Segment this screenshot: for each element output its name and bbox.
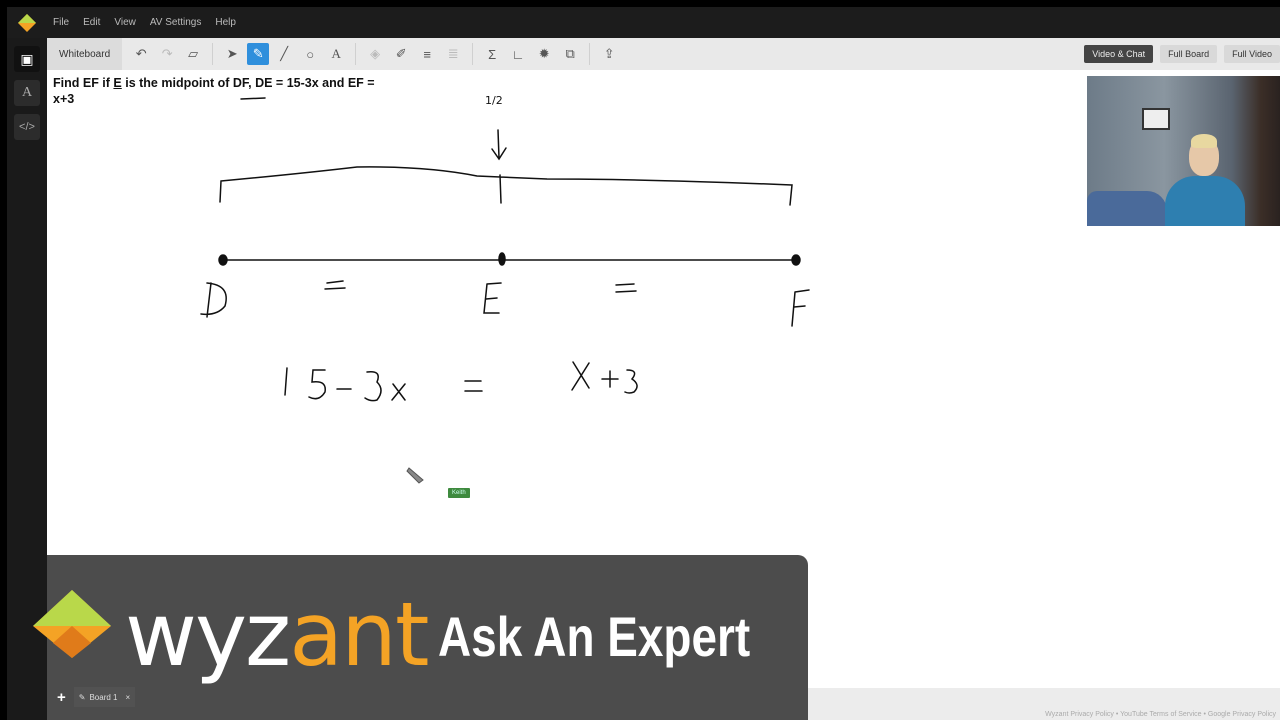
tab-whiteboard[interactable]: Whiteboard bbox=[47, 38, 123, 70]
divider bbox=[589, 43, 591, 65]
letter-d bbox=[200, 282, 227, 318]
line-style-icon[interactable]: ≣ bbox=[442, 43, 464, 65]
cursor-user-label: Keith bbox=[448, 488, 470, 498]
wordmark-wyz: wyz bbox=[125, 583, 291, 686]
pencil-icon: ✎ bbox=[78, 692, 86, 702]
pen-icon[interactable]: ✎ bbox=[247, 43, 270, 65]
letter-f bbox=[791, 289, 810, 327]
line-icon[interactable]: ╱ bbox=[273, 43, 295, 65]
line-weight-icon[interactable]: ≡ bbox=[416, 43, 438, 65]
equation-left bbox=[284, 367, 406, 402]
tagline: Ask An Expert bbox=[438, 605, 751, 668]
half-mark: 1/2 bbox=[485, 94, 503, 107]
divider bbox=[212, 43, 214, 65]
stroke-color-icon[interactable]: ✐ bbox=[390, 43, 412, 65]
pen-cursor-icon bbox=[406, 467, 424, 484]
fill-icon[interactable]: ◈ bbox=[364, 43, 386, 65]
footer-links[interactable]: Wyzant Privacy Policy • YouTube Terms of… bbox=[1045, 711, 1276, 718]
upload-icon[interactable]: ⇪ bbox=[598, 43, 620, 65]
point-e bbox=[498, 252, 506, 266]
menu-help[interactable]: Help bbox=[215, 17, 236, 28]
pen-stroke bbox=[240, 97, 266, 100]
bed bbox=[1087, 191, 1167, 226]
select-arrow-icon[interactable]: ➤ bbox=[221, 43, 243, 65]
wordmark-ant: ant bbox=[289, 583, 429, 686]
full-board-button[interactable]: Full Board bbox=[1160, 45, 1218, 63]
text-editor-icon[interactable]: A bbox=[14, 80, 40, 106]
board-tab-label: Board 1 bbox=[89, 692, 118, 702]
whiteboard-icon[interactable]: ▣ bbox=[14, 46, 40, 72]
add-board-button[interactable]: + bbox=[57, 689, 66, 706]
wyzant-diamond-logo-icon bbox=[33, 590, 111, 658]
wall-poster bbox=[1142, 108, 1170, 130]
person-hair bbox=[1191, 134, 1217, 148]
full-video-button[interactable]: Full Video bbox=[1224, 45, 1280, 63]
menu-file[interactable]: File bbox=[53, 17, 69, 28]
board-tab[interactable]: ✎ Board 1 × bbox=[73, 687, 136, 707]
divider bbox=[472, 43, 474, 65]
point-f bbox=[791, 254, 801, 266]
webcam-video[interactable] bbox=[1087, 76, 1280, 226]
board-tabs-bar: + ✎ Board 1 × bbox=[47, 681, 807, 713]
video-chat-button[interactable]: Video & Chat bbox=[1084, 45, 1154, 63]
wyzant-wordmark: wyzant bbox=[125, 590, 429, 680]
person-shirt bbox=[1165, 176, 1245, 226]
down-arrow bbox=[491, 129, 507, 161]
menu-view[interactable]: View bbox=[114, 17, 136, 28]
point-d bbox=[218, 254, 228, 266]
code-editor-icon[interactable]: </> bbox=[14, 114, 40, 140]
divider bbox=[355, 43, 357, 65]
undo-icon[interactable]: ↶ bbox=[130, 43, 152, 65]
toolbar: Whiteboard ↶ ↷ ▱ ➤ ✎ ╱ ○ A ◈ ✐ ≡ ≣ Σ ∟ ✹… bbox=[47, 38, 1280, 70]
wyzant-logo-icon bbox=[17, 13, 37, 33]
equation-sigma-icon[interactable]: Σ bbox=[481, 43, 503, 65]
menu-av-settings[interactable]: AV Settings bbox=[150, 17, 202, 28]
menu-edit[interactable]: Edit bbox=[83, 17, 100, 28]
eraser-icon[interactable]: ▱ bbox=[182, 43, 204, 65]
equation-right bbox=[571, 361, 638, 394]
equal-marks bbox=[324, 280, 637, 293]
letter-e bbox=[483, 282, 502, 314]
text-tool-icon[interactable]: A bbox=[325, 43, 347, 65]
copy-window-icon[interactable]: ⧉ bbox=[559, 43, 581, 65]
shape-circle-icon[interactable]: ○ bbox=[299, 43, 321, 65]
redo-icon[interactable]: ↷ bbox=[156, 43, 178, 65]
gear-icon[interactable]: ✹ bbox=[533, 43, 555, 65]
close-board-button[interactable]: × bbox=[126, 693, 131, 702]
graph-axes-icon[interactable]: ∟ bbox=[507, 43, 529, 65]
brace bbox=[219, 166, 793, 206]
menu-bar: File Edit View AV Settings Help bbox=[7, 7, 1280, 38]
equation-equals bbox=[464, 380, 483, 392]
